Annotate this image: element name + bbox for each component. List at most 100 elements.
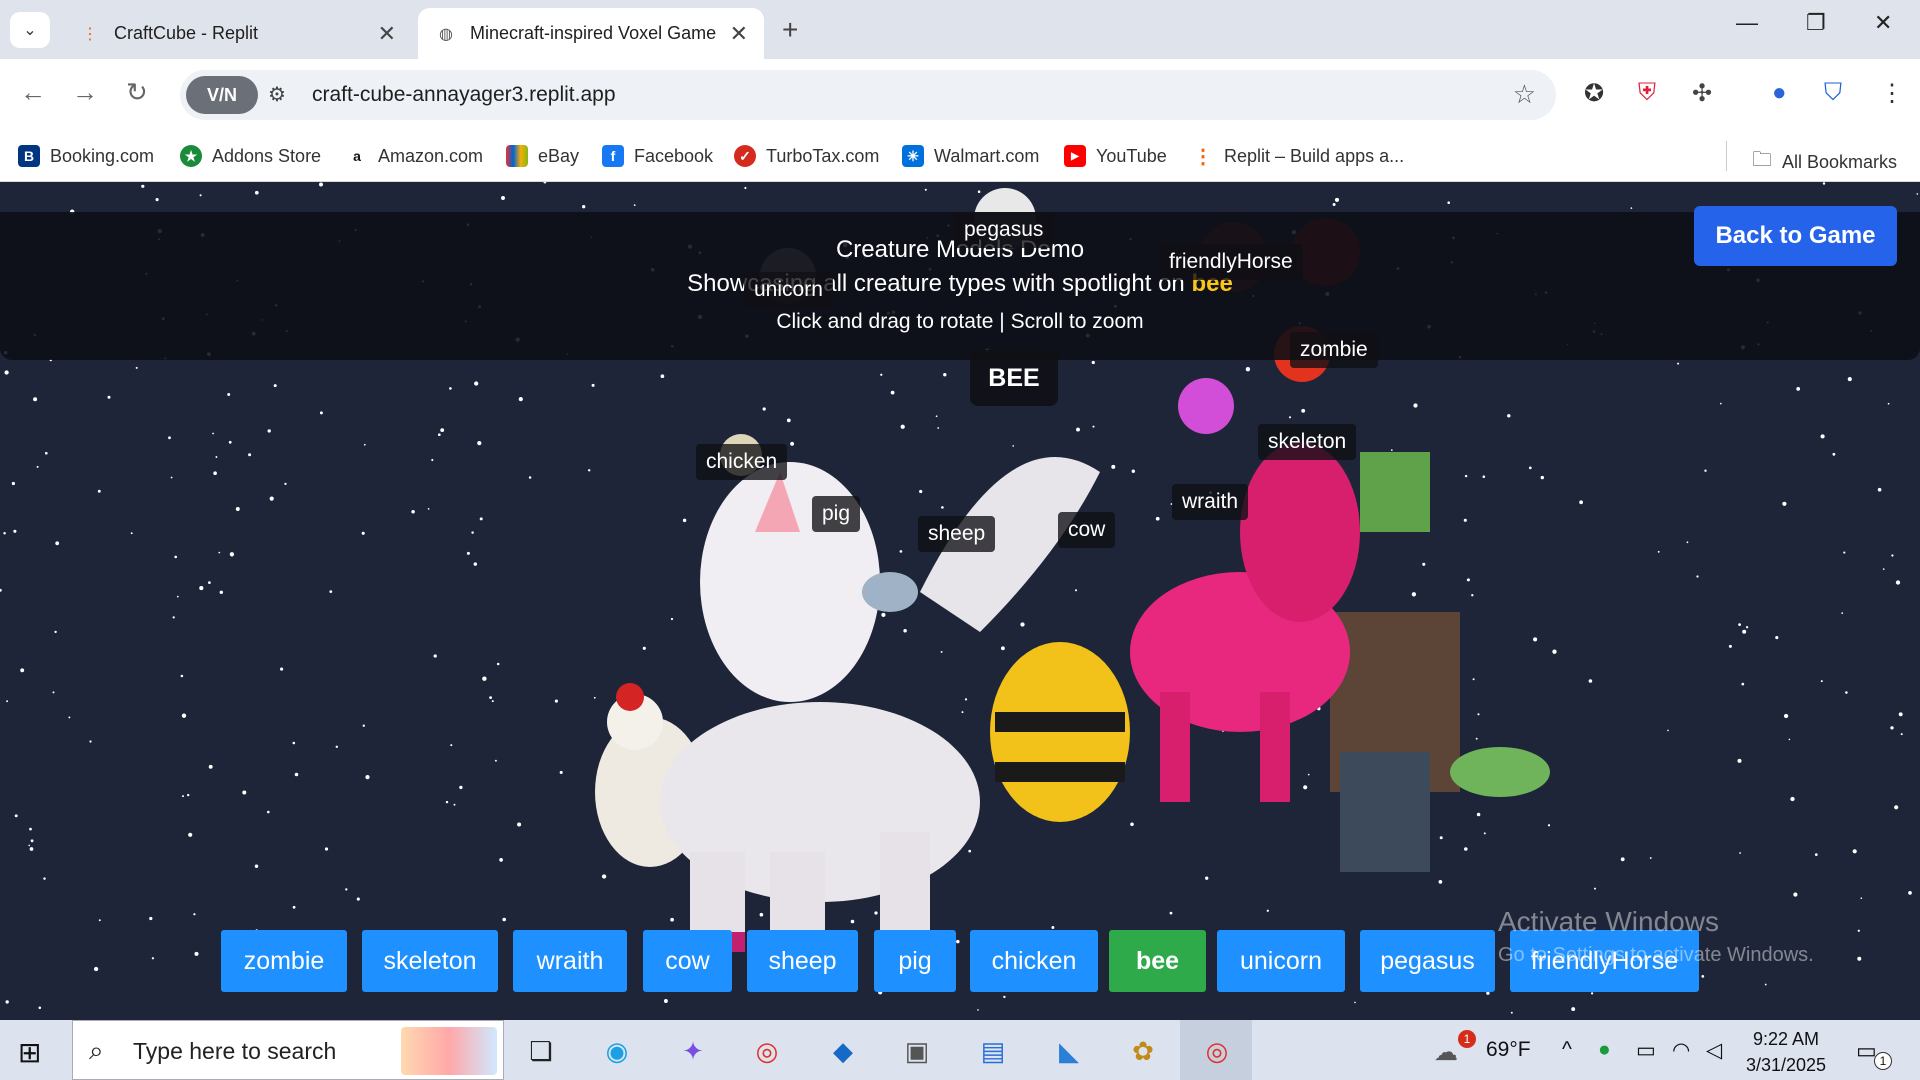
site-settings-icon[interactable]: ⚙	[268, 82, 286, 107]
minimize-icon[interactable]: —	[1736, 10, 1758, 36]
menu-dots-icon[interactable]: ⋮	[1880, 79, 1904, 108]
close-tab-icon[interactable]: ✕	[378, 21, 396, 47]
profile-icon[interactable]: ●	[1772, 79, 1787, 107]
reload-icon[interactable]: ↻	[126, 77, 148, 108]
star-dot	[38, 1006, 42, 1010]
star-dot	[55, 541, 60, 546]
copilot-icon[interactable]: ✦	[672, 1030, 714, 1072]
chrome-active-icon[interactable]: ◎	[1196, 1030, 1238, 1072]
volume-icon[interactable]: ◁	[1706, 1038, 1722, 1063]
bookmark-replit[interactable]: ⋮ Replit – Build apps a...	[1192, 145, 1405, 168]
creature-button-bee[interactable]: bee	[1109, 930, 1206, 992]
bookmark-youtube[interactable]: ▶ YouTube	[1064, 145, 1167, 167]
star-dot	[1782, 501, 1787, 506]
extension-icon[interactable]: ✪	[1584, 79, 1604, 108]
label-unicorn: unicorn	[744, 272, 833, 308]
star-dot	[1891, 554, 1894, 557]
addons-icon: ★	[180, 145, 202, 167]
bookmark-label: TurboTax.com	[766, 145, 880, 166]
bookmark-ebay[interactable]: eBay	[506, 145, 579, 167]
creature-button-wraith[interactable]: wraith	[513, 930, 627, 992]
wifi-icon[interactable]: ◠	[1672, 1038, 1690, 1063]
edge-icon[interactable]: ◉	[596, 1030, 638, 1072]
bookmark-label: Booking.com	[50, 145, 155, 166]
vpn-badge[interactable]: V/N	[186, 76, 258, 114]
chevron-up-icon[interactable]: ^	[1562, 1038, 1572, 1062]
bookmark-turbotax[interactable]: ✓ TurboTax.com	[734, 145, 879, 167]
wordpad-icon[interactable]: ▤	[972, 1030, 1014, 1072]
meet-now-icon[interactable]: ▭	[1636, 1038, 1656, 1063]
label-chicken: chicken	[696, 444, 788, 480]
star-dot	[1887, 402, 1890, 405]
restore-icon[interactable]: ❐	[1806, 10, 1826, 36]
star-dot	[193, 913, 196, 916]
task-view-icon[interactable]: ❏	[520, 1030, 562, 1072]
tab-search-button[interactable]: ⌄	[10, 12, 50, 48]
close-window-icon[interactable]: ✕	[1874, 10, 1892, 36]
creature-demo-canvas[interactable]: Creature Models Demo Showcasing all crea…	[0, 182, 1920, 1020]
chrome-icon[interactable]: ◎	[746, 1030, 788, 1072]
tab-craftcube[interactable]: ⋮ CraftCube - Replit ✕	[62, 8, 412, 59]
game-icon[interactable]: ✿	[1122, 1030, 1164, 1072]
url-text[interactable]: craft-cube-annayager3.replit.app	[312, 83, 616, 107]
weather-temp[interactable]: 69°F	[1486, 1038, 1531, 1062]
star-dot	[1590, 992, 1594, 995]
bookmark-label: YouTube	[1096, 145, 1167, 166]
creature-button-unicorn[interactable]: unicorn	[1217, 930, 1345, 992]
facebook-icon: f	[602, 145, 624, 167]
creature-button-pegasus[interactable]: pegasus	[1360, 930, 1495, 992]
star-dot	[491, 700, 494, 703]
app-icon[interactable]: ◣	[1048, 1030, 1090, 1072]
creature-button-chicken[interactable]: chicken	[970, 930, 1098, 992]
star-dot	[1788, 738, 1791, 741]
taskbar-clock[interactable]: 9:22 AM 3/31/2025	[1736, 1026, 1836, 1078]
taskbar-search[interactable]: ⌕ Type here to search	[72, 1020, 504, 1080]
windows-start-icon[interactable]: ⊞	[18, 1036, 41, 1069]
utorrent-icon[interactable]: ●	[1598, 1038, 1611, 1062]
kodi-icon[interactable]: ◆	[822, 1030, 864, 1072]
bookmark-star-icon[interactable]: ☆	[1513, 79, 1536, 110]
camera-icon[interactable]: ▣	[896, 1030, 938, 1072]
label-wraith: wraith	[1172, 484, 1249, 520]
star-dot	[1847, 377, 1852, 382]
page-subtitle: Showcasing all creature types with spotl…	[0, 270, 1920, 298]
address-bar[interactable]: V/N ⚙ craft-cube-annayager3.replit.app ☆	[180, 70, 1556, 120]
star-dot	[1728, 644, 1732, 648]
puzzle-icon[interactable]: ✣	[1692, 79, 1712, 108]
password-shield-icon[interactable]: ⛉	[1824, 79, 1842, 107]
bookmarks-divider	[1726, 141, 1727, 171]
tab-voxel-game[interactable]: ◍ Minecraft-inspired Voxel Game ✕	[418, 8, 764, 59]
all-bookmarks[interactable]: 🗀 All Bookmarks	[1752, 145, 1897, 179]
star-dot	[3, 532, 6, 535]
star-dot	[1571, 1007, 1576, 1012]
close-tab-icon[interactable]: ✕	[730, 21, 748, 47]
bookmark-walmart[interactable]: ✳ Walmart.com	[902, 145, 1039, 167]
bookmarks-bar: B Booking.com ★ Addons Store a Amazon.com e…	[0, 131, 1920, 182]
star-dot	[528, 476, 532, 479]
star-dot	[130, 532, 133, 535]
bookmark-booking[interactable]: B Booking.com	[18, 145, 154, 167]
star-dot	[267, 810, 270, 814]
creature-button-cow[interactable]: cow	[643, 930, 732, 992]
new-tab-icon[interactable]: +	[782, 14, 798, 46]
weather-icon[interactable]: ☁	[1434, 1038, 1458, 1067]
star-dot	[30, 839, 34, 843]
creature-button-zombie[interactable]: zombie	[221, 930, 347, 992]
bookmark-facebook[interactable]: f Facebook	[602, 145, 713, 167]
shield-icon[interactable]: ⛨	[1638, 79, 1656, 107]
star-dot	[1719, 402, 1722, 405]
creature-button-pig[interactable]: pig	[874, 930, 956, 992]
bookmark-amazon[interactable]: a Amazon.com	[346, 145, 483, 167]
creature-button-sheep[interactable]: sheep	[747, 930, 858, 992]
pink-pony-leg	[1160, 692, 1190, 802]
bookmark-label: Replit – Build apps a...	[1224, 145, 1405, 166]
star-dot	[187, 793, 190, 797]
back-arrow-icon[interactable]: ←	[20, 77, 46, 108]
forward-arrow-icon[interactable]: →	[72, 77, 98, 108]
star-dot	[543, 182, 547, 184]
creature-button-skeleton[interactable]: skeleton	[362, 930, 498, 992]
bookmark-addons[interactable]: ★ Addons Store	[180, 145, 321, 167]
star-dot	[1667, 729, 1669, 732]
back-to-game-button[interactable]: Back to Game	[1694, 206, 1897, 266]
star-dot	[479, 517, 483, 521]
